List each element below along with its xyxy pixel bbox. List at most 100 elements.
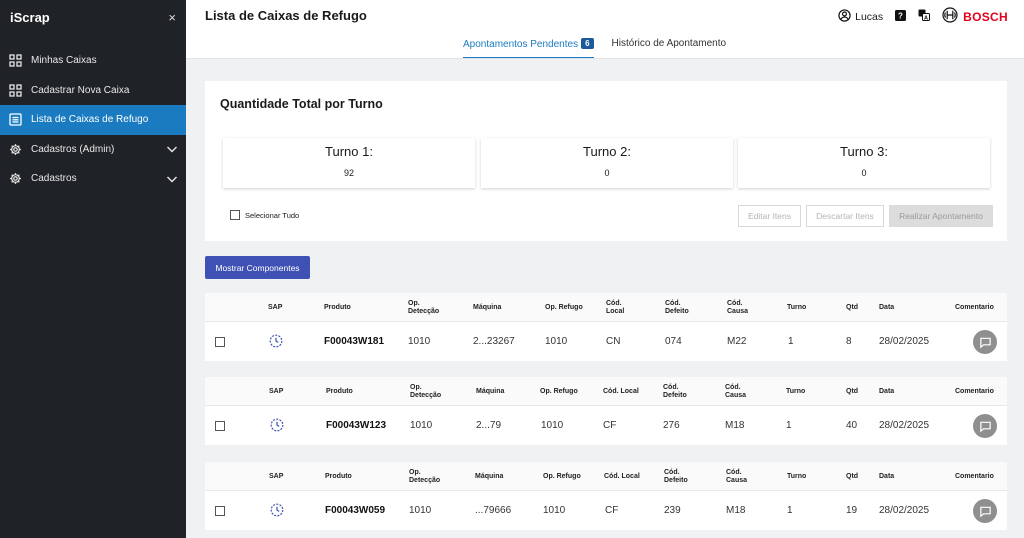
summary-card: Quantidade Total por Turno Turno 1: 92 T…: [205, 81, 1007, 241]
header-op-refugo: Op. Refugo: [543, 473, 581, 480]
header-qtd: Qtd: [846, 388, 859, 395]
header-sap: SAP: [268, 304, 283, 311]
turno-label: Turno 1:: [325, 144, 373, 159]
sidebar-item-cadastros[interactable]: Cadastros: [0, 164, 186, 194]
discard-items-button[interactable]: Descartar Itens: [806, 205, 884, 227]
header-produto: Produto: [325, 473, 352, 480]
row-body: F00043W123 1010 2...79 1010 CF 276 M18 1…: [205, 406, 1007, 445]
cell-maquina: 2...79: [476, 420, 502, 431]
row-checkbox[interactable]: [215, 506, 225, 516]
clock-icon[interactable]: [270, 418, 284, 432]
turno-label: Turno 2:: [583, 144, 631, 159]
chevron-down-icon[interactable]: [166, 173, 178, 185]
row-header: SAP Produto Op. Detecção Máquina Op. Ref…: [205, 377, 1007, 406]
row-checkbox[interactable]: [215, 337, 225, 347]
chevron-down-icon[interactable]: [166, 143, 178, 155]
header-cod-local-2: Local: [606, 308, 625, 315]
sidebar-item-cadastros-admin[interactable]: Cadastros (Admin): [0, 135, 186, 165]
header-data: Data: [879, 388, 895, 395]
cell-op-deteccao: 1010: [408, 336, 431, 347]
cell-op-refugo: 1010: [545, 336, 568, 347]
header-op-deteccao-2: Detecção: [409, 477, 441, 484]
sidebar-item-minhas-caixas[interactable]: Minhas Caixas: [0, 46, 186, 76]
header-qtd: Qtd: [846, 473, 859, 480]
submit-apontamento-button[interactable]: Realizar Apontamento: [889, 205, 993, 227]
turno-card-1: Turno 1: 92: [223, 138, 475, 188]
header-turno: Turno: [786, 388, 806, 395]
header-cod-local: Cód. Local: [604, 473, 640, 480]
cell-produto: F00043W059: [325, 505, 386, 516]
cell-data: 28/02/2025: [879, 336, 930, 347]
comment-icon: [979, 506, 991, 517]
comment-icon: [979, 421, 991, 432]
svg-text:A: A: [924, 15, 928, 21]
sidebar-item-label: Lista de Caixas de Refugo: [31, 114, 149, 126]
cell-turno: 1: [788, 336, 794, 347]
show-components-button[interactable]: Mostrar Componentes: [205, 256, 310, 279]
sidebar-item-label: Cadastros (Admin): [31, 143, 115, 155]
cell-op-deteccao: 1010: [410, 420, 433, 431]
sidebar-item-label: Cadastros: [31, 173, 77, 185]
header-comentario: Comentario: [955, 304, 994, 311]
header-cod-defeito-2: Defeito: [665, 308, 689, 315]
header-cod-defeito-1: Cód.: [663, 384, 679, 391]
header-op-deteccao-1: Op.: [410, 384, 422, 391]
row-checkbox[interactable]: [215, 421, 225, 431]
cell-qtd: 40: [846, 420, 858, 431]
header-data: Data: [879, 473, 895, 480]
comment-button[interactable]: [973, 414, 997, 438]
header-cod-defeito-2: Defeito: [663, 392, 687, 399]
sidebar-item-cadastrar-nova-caixa[interactable]: Cadastrar Nova Caixa: [0, 76, 186, 106]
bosch-logo: BOSCH: [942, 7, 1008, 26]
user-menu[interactable]: Lucas: [838, 8, 883, 25]
row-body: F00043W059 1010 ...79666 1010 CF 239 M18…: [205, 491, 1007, 530]
cell-data: 28/02/2025: [879, 420, 930, 431]
cell-cod-local: CF: [605, 505, 619, 516]
header-comentario: Comentario: [955, 473, 994, 480]
header-cod-local: Cód. Local: [603, 388, 639, 395]
clock-icon[interactable]: [269, 334, 283, 348]
select-all-label: Selecionar Tudo: [245, 210, 300, 220]
edit-items-button[interactable]: Editar Itens: [738, 205, 801, 227]
close-icon[interactable]: ×: [168, 10, 176, 25]
comment-button[interactable]: [973, 330, 997, 354]
row-header: SAP Produto Op. Detecção Máquina Op. Ref…: [205, 293, 1007, 322]
row-body: F00043W181 1010 2...23267 1010 CN 074 M2…: [205, 322, 1007, 361]
cell-cod-defeito: 276: [663, 420, 680, 431]
turno-label: Turno 3:: [840, 144, 888, 159]
header-turno: Turno: [787, 473, 807, 480]
comment-icon: [979, 337, 991, 348]
clock-icon[interactable]: [270, 503, 284, 517]
grid-icon: [8, 53, 23, 68]
tab-label: Histórico de Apontamento: [611, 38, 727, 49]
tab-label: Apontamentos Pendentes: [463, 39, 579, 50]
header-sap: SAP: [269, 388, 284, 395]
cell-cod-local: CF: [603, 420, 617, 431]
turno-value: 92: [343, 168, 354, 178]
sidebar-item-lista-caixas-refugo[interactable]: Lista de Caixas de Refugo: [0, 105, 186, 135]
svg-text:?: ?: [898, 11, 903, 20]
brand-name: BOSCH: [963, 9, 1008, 24]
select-all-checkbox[interactable]: [230, 210, 240, 220]
header-cod-causa-2: Causa: [726, 477, 748, 484]
app-title: iScrap: [10, 9, 50, 25]
tab-apontamentos-pendentes[interactable]: Apontamentos Pendentes 6: [463, 30, 594, 58]
cell-op-refugo: 1010: [541, 420, 564, 431]
header-op-deteccao-2: Detecção: [410, 392, 442, 399]
turno-card-2: Turno 2: 0: [481, 138, 733, 188]
cell-cod-causa: M22: [727, 336, 747, 347]
tab-historico-apontamento[interactable]: Histórico de Apontamento: [612, 30, 727, 58]
header-cod-causa-1: Cód.: [726, 469, 742, 476]
translate-icon[interactable]: A: [918, 9, 931, 24]
cell-qtd: 8: [846, 336, 852, 347]
header-op-deteccao-1: Op.: [409, 469, 421, 476]
help-icon[interactable]: ?: [895, 9, 907, 24]
header-op-refugo: Op. Refugo: [545, 304, 583, 311]
count-badge: 6: [581, 38, 594, 49]
comment-button[interactable]: [973, 499, 997, 523]
cell-turno: 1: [787, 505, 793, 516]
header-produto: Produto: [326, 388, 353, 395]
sidebar-header: iScrap ×: [0, 0, 186, 34]
header-cod-causa-2: Causa: [727, 308, 749, 315]
sidebar-nav: Minhas Caixas Cadastrar Nova Caixa Lista…: [0, 46, 186, 194]
